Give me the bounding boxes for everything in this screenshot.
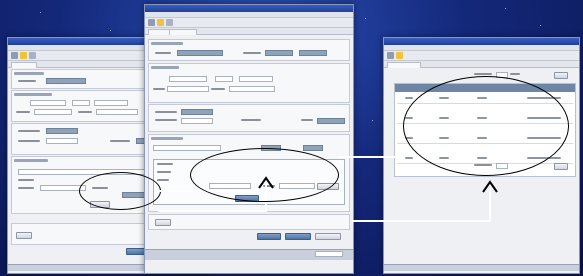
center-section-footer xyxy=(148,214,350,230)
left-field-a[interactable] xyxy=(46,78,86,84)
tool-icon[interactable] xyxy=(166,19,173,26)
center-window-toolbar xyxy=(145,18,353,28)
center-close-button[interactable] xyxy=(315,233,341,240)
center-window xyxy=(144,4,354,274)
center-highlight-ellipse xyxy=(190,148,339,202)
left-highlight-ellipse xyxy=(79,172,161,210)
star-icon[interactable] xyxy=(157,19,164,26)
right-status-bar xyxy=(384,264,579,271)
left-connector-h2 xyxy=(158,210,266,212)
right-window-tabs xyxy=(384,61,579,68)
center-connector-h xyxy=(337,156,401,158)
star-icon[interactable] xyxy=(396,52,403,59)
center-log-field[interactable] xyxy=(315,251,343,257)
folder-icon[interactable] xyxy=(11,52,18,59)
center-run-button[interactable] xyxy=(257,233,281,240)
center-connector-h2 xyxy=(352,220,490,222)
center-section-options xyxy=(148,104,350,132)
center-section-params xyxy=(148,63,350,103)
right-window-toolbar xyxy=(384,51,579,61)
right-highlight-ellipse xyxy=(403,76,569,176)
tab-results[interactable] xyxy=(387,62,421,68)
tab-general[interactable] xyxy=(11,62,37,68)
center-window-tabs xyxy=(145,28,353,35)
right-window-titlebar[interactable] xyxy=(384,38,579,45)
folder-icon[interactable] xyxy=(148,19,155,26)
tab-advanced[interactable] xyxy=(169,29,197,35)
center-ok-button[interactable] xyxy=(285,233,311,240)
center-window-titlebar[interactable] xyxy=(145,5,353,12)
center-section-header xyxy=(148,39,350,61)
star-icon[interactable] xyxy=(20,52,27,59)
tool-icon[interactable] xyxy=(29,52,36,59)
arrow-up-icon xyxy=(482,180,498,193)
folder-icon[interactable] xyxy=(387,52,394,59)
